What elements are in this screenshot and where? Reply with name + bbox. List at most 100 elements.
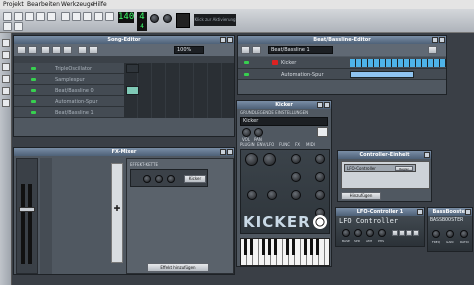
menu-bearbeiten[interactable]: Bearbeiten bbox=[27, 1, 60, 8]
fx-channel-strip[interactable] bbox=[111, 163, 123, 263]
triangle-wave-icon[interactable] bbox=[399, 230, 405, 236]
saw-wave-icon[interactable] bbox=[406, 230, 412, 236]
export-project-icon[interactable] bbox=[47, 12, 56, 21]
menu-hilfe[interactable]: Hilfe bbox=[93, 1, 107, 8]
add-steps-button[interactable] bbox=[428, 46, 437, 54]
bb-selector[interactable]: Beat/Bassline 1 bbox=[268, 46, 333, 54]
edit-mode-button[interactable] bbox=[89, 46, 98, 54]
save-preset-icon[interactable] bbox=[317, 127, 328, 137]
envelope-knob[interactable] bbox=[267, 190, 277, 200]
add-sample-track-button[interactable] bbox=[52, 46, 61, 54]
bb-track-row[interactable]: Kicker bbox=[238, 57, 446, 69]
play-button[interactable] bbox=[17, 46, 26, 54]
piano-roll-icon[interactable] bbox=[94, 12, 103, 21]
noise-knob[interactable] bbox=[291, 190, 301, 200]
time-sig-top[interactable]: 4 bbox=[137, 12, 147, 23]
click-knob[interactable] bbox=[315, 190, 325, 200]
track-name[interactable]: TripleOscillator bbox=[55, 66, 115, 72]
controller-rack-icon[interactable] bbox=[14, 22, 23, 31]
gate-knob[interactable] bbox=[167, 175, 175, 183]
bb-play-button[interactable] bbox=[241, 46, 250, 54]
bass-ratio-knob[interactable] bbox=[460, 230, 468, 238]
master-channel[interactable] bbox=[16, 158, 38, 274]
master-volume-knob[interactable] bbox=[150, 14, 159, 23]
bass-gain-knob[interactable] bbox=[446, 230, 454, 238]
track-name[interactable]: Beat/Bassline 1 bbox=[55, 110, 115, 116]
close-icon[interactable] bbox=[439, 37, 445, 43]
pattern-block[interactable] bbox=[126, 64, 139, 73]
lfo-phase-knob[interactable] bbox=[378, 229, 386, 237]
menu-werkzeuge[interactable]: Werkzeuge bbox=[61, 1, 94, 8]
new-project-icon[interactable] bbox=[3, 12, 12, 21]
my-presets-icon[interactable] bbox=[2, 75, 10, 83]
bb-track-row[interactable]: Automation-Spur bbox=[238, 69, 446, 80]
menu-projekt[interactable]: Projekt bbox=[3, 1, 24, 8]
wet-dry-knob[interactable] bbox=[143, 175, 151, 183]
volume-env-knob[interactable] bbox=[247, 190, 257, 200]
add-bb-track-button[interactable] bbox=[41, 46, 50, 54]
project-notes-icon[interactable] bbox=[3, 22, 12, 31]
zoom-select[interactable]: 100% bbox=[174, 46, 204, 54]
tab-func[interactable]: FUNC bbox=[279, 142, 290, 148]
automation-editor-icon[interactable] bbox=[83, 12, 92, 21]
my-projects-icon[interactable] bbox=[2, 51, 10, 59]
close-icon[interactable] bbox=[465, 209, 471, 215]
dist-knob[interactable] bbox=[315, 154, 325, 164]
effect-controls-button[interactable]: Kicker bbox=[184, 175, 206, 183]
draw-mode-button[interactable] bbox=[78, 46, 87, 54]
piano-keyboard[interactable] bbox=[240, 238, 330, 266]
close-icon[interactable] bbox=[227, 149, 233, 155]
lfo-speed-knob[interactable] bbox=[354, 229, 362, 237]
sine-wave-icon[interactable] bbox=[392, 230, 398, 236]
master-pitch-knob[interactable] bbox=[163, 14, 172, 23]
pattern-block[interactable] bbox=[126, 86, 139, 95]
controller-entry[interactable]: LFO-Controller Regler bbox=[344, 164, 416, 172]
close-icon[interactable] bbox=[417, 209, 423, 215]
fx-channel[interactable] bbox=[40, 158, 52, 274]
recent-projects-icon[interactable] bbox=[25, 12, 34, 21]
automation-pattern[interactable] bbox=[350, 71, 414, 78]
stop-button[interactable] bbox=[28, 46, 37, 54]
bb-editor-icon[interactable] bbox=[61, 12, 70, 21]
tab-midi[interactable]: MIDI bbox=[306, 142, 315, 148]
add-controller-button[interactable]: Hinzufügen bbox=[341, 192, 381, 200]
step-sequencer[interactable] bbox=[350, 59, 446, 67]
track-name[interactable]: Samplespur bbox=[55, 77, 115, 83]
add-effect-button[interactable]: Effekt hinzufügen bbox=[147, 263, 209, 272]
decay-knob[interactable] bbox=[291, 154, 301, 164]
square-wave-icon[interactable] bbox=[413, 230, 419, 236]
tempo-display[interactable]: 140 bbox=[118, 12, 134, 23]
minimize-icon[interactable] bbox=[317, 102, 323, 108]
bb-stop-button[interactable] bbox=[252, 46, 261, 54]
minimize-icon[interactable] bbox=[432, 37, 438, 43]
song-editor-icon[interactable] bbox=[72, 12, 81, 21]
time-sig-bottom[interactable]: 4 bbox=[137, 23, 147, 31]
cpu-label[interactable]: Klick zur Aktivierung bbox=[194, 14, 236, 26]
save-project-icon[interactable] bbox=[36, 12, 45, 21]
instrument-plugins-icon[interactable] bbox=[2, 39, 10, 47]
close-icon[interactable] bbox=[424, 152, 430, 158]
home-folder-icon[interactable] bbox=[2, 87, 10, 95]
end-freq-knob[interactable] bbox=[263, 153, 276, 166]
volume-knob[interactable] bbox=[242, 128, 251, 137]
my-samples-icon[interactable] bbox=[2, 63, 10, 71]
bass-freq-knob[interactable] bbox=[432, 230, 440, 238]
track-name[interactable]: Kicker bbox=[281, 60, 341, 66]
add-channel-icon[interactable]: ✚ bbox=[113, 205, 121, 213]
dist-end-knob[interactable] bbox=[291, 172, 301, 182]
fx-mixer-icon[interactable] bbox=[105, 12, 114, 21]
tab-plugin[interactable]: PLUGIN bbox=[240, 142, 255, 148]
panning-knob[interactable] bbox=[254, 128, 263, 137]
decay-knob[interactable] bbox=[155, 175, 163, 183]
tab-env-lfo[interactable]: ENV/LFO bbox=[257, 142, 274, 148]
minimize-icon[interactable] bbox=[220, 37, 226, 43]
track-name[interactable]: Automation-Spur bbox=[55, 99, 115, 105]
controller-knob-button[interactable]: Regler bbox=[395, 166, 413, 171]
close-icon[interactable] bbox=[324, 102, 330, 108]
lfo-amount-knob[interactable] bbox=[366, 229, 374, 237]
start-freq-knob[interactable] bbox=[245, 153, 258, 166]
open-project-icon[interactable] bbox=[14, 12, 23, 21]
timeline[interactable] bbox=[14, 56, 234, 63]
track-name[interactable]: Automation-Spur bbox=[281, 72, 341, 78]
instrument-name-field[interactable]: Kicker bbox=[240, 117, 328, 126]
